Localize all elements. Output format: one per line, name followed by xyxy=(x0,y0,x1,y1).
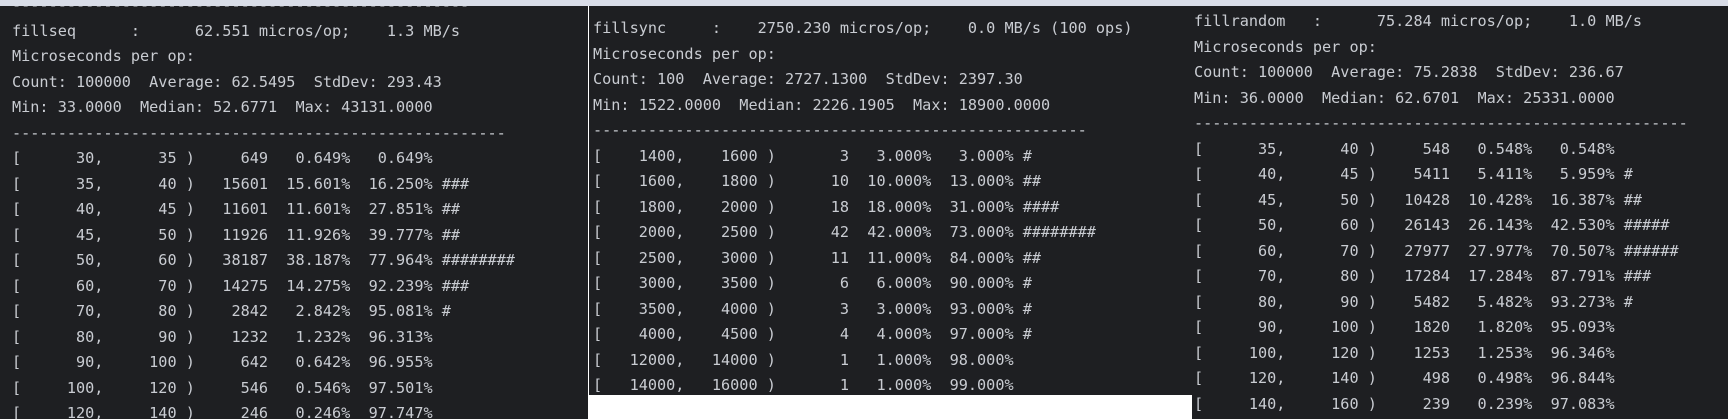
section-heading-line: Microseconds per op: xyxy=(593,44,776,63)
histogram-row: [ 2000, 2500 ) 42 42.000% 73.000% ######… xyxy=(593,223,1096,241)
divider-line: ----------------------------------------… xyxy=(593,121,1087,139)
histogram-row: [ 120, 140 ) 246 0.246% 97.747% xyxy=(12,404,433,419)
divider-line: ----------------------------------------… xyxy=(1194,114,1688,132)
stats-min-line: Min: 36.0000 Median: 62.6701 Max: 25331.… xyxy=(1194,88,1615,107)
histogram-row: [ 60, 70 ) 27977 27.977% 70.507% ###### xyxy=(1194,241,1679,260)
terminal-output-fillsync: fillsync : 2750.230 micros/op; 0.0 MB/s … xyxy=(589,6,1192,395)
histogram-row: [ 30, 35 ) 649 0.649% 0.649% xyxy=(12,149,433,167)
terminal-text: ----------------------------------------… xyxy=(12,6,515,419)
stats-count-line: Count: 100000 Average: 75.2838 StdDev: 2… xyxy=(1194,63,1624,81)
benchmark-summary-line: fillseq : 62.551 micros/op; 1.3 MB/s xyxy=(12,21,461,40)
histogram-row: [ 1800, 2000 ) 18 18.000% 31.000% #### xyxy=(593,197,1060,216)
histogram-row: [ 45, 50 ) 10428 10.428% 16.387% ## xyxy=(1194,190,1643,209)
histogram-row: [ 14000, 16000 ) 1 1.000% 99.000% xyxy=(593,376,1014,394)
histogram-row: [ 2500, 3000 ) 11 11.000% 84.000% ## xyxy=(593,248,1042,267)
histogram-row: [ 45, 50 ) 11926 11.926% 39.777% ## xyxy=(12,225,461,244)
terminal-text: fillsync : 2750.230 micros/op; 0.0 MB/s … xyxy=(593,16,1132,395)
histogram-row: [ 4000, 4500 ) 4 4.000% 97.000% # xyxy=(593,325,1032,343)
histogram-row: [ 40, 45 ) 11601 11.601% 27.851% ## xyxy=(12,200,461,218)
terminal-output-fillseq: ----------------------------------------… xyxy=(0,6,588,419)
histogram-row: [ 90, 100 ) 642 0.642% 96.955% xyxy=(12,353,433,371)
histogram-row: [ 100, 120 ) 546 0.546% 97.501% xyxy=(12,378,433,397)
histogram-row: [ 70, 80 ) 2842 2.842% 95.081% # xyxy=(12,302,451,320)
benchmark-summary-line: fillrandom : 75.284 micros/op; 1.0 MB/s xyxy=(1194,12,1643,30)
histogram-row: [ 3000, 3500 ) 6 6.000% 90.000% # xyxy=(593,274,1032,292)
benchmark-summary-line: fillsync : 2750.230 micros/op; 0.0 MB/s … xyxy=(593,19,1133,37)
histogram-row: [ 35, 40 ) 15601 15.601% 16.250% ### xyxy=(12,174,470,193)
stats-min-line: Min: 1522.0000 Median: 2226.1905 Max: 18… xyxy=(593,95,1051,114)
histogram-row: [ 100, 120 ) 1253 1.253% 96.346% xyxy=(1194,343,1615,362)
histogram-row: [ 1400, 1600 ) 3 3.000% 3.000% # xyxy=(593,146,1032,165)
histogram-row: [ 40, 45 ) 5411 5.411% 5.959% # xyxy=(1194,165,1633,183)
terminal-output-fillrandom: fillrandom : 75.284 micros/op; 1.0 MB/s M… xyxy=(1192,6,1728,419)
terminal-text: fillrandom : 75.284 micros/op; 1.0 MB/s M… xyxy=(1194,9,1688,417)
blank-area xyxy=(589,395,1192,419)
histogram-row: [ 50, 60 ) 26143 26.143% 42.530% ##### xyxy=(1194,216,1670,234)
stats-min-line: Min: 33.0000 Median: 52.6771 Max: 43131.… xyxy=(12,98,433,116)
section-heading-line: Microseconds per op: xyxy=(12,47,195,65)
stats-count-line: Count: 100000 Average: 62.5495 StdDev: 2… xyxy=(12,72,442,91)
histogram-row: [ 80, 90 ) 5482 5.482% 93.273% # xyxy=(1194,292,1633,311)
section-heading-line: Microseconds per op: xyxy=(1194,37,1377,56)
histogram-row: [ 120, 140 ) 498 0.498% 96.844% xyxy=(1194,369,1615,387)
histogram-row: [ 1600, 1800 ) 10 10.000% 13.000% ## xyxy=(593,172,1042,190)
histogram-row: [ 50, 60 ) 38187 38.187% 77.964% #######… xyxy=(12,251,515,269)
histogram-row: [ 12000, 14000 ) 1 1.000% 98.000% xyxy=(593,350,1014,369)
stats-count-line: Count: 100 Average: 2727.1300 StdDev: 23… xyxy=(593,70,1023,88)
histogram-row: [ 60, 70 ) 14275 14.275% 92.239% ### xyxy=(12,276,470,295)
divider-line: ----------------------------------------… xyxy=(12,123,506,142)
histogram-row: [ 35, 40 ) 548 0.548% 0.548% xyxy=(1194,139,1615,158)
histogram-row: [ 3500, 4000 ) 3 3.000% 93.000% # xyxy=(593,299,1032,318)
histogram-row: [ 70, 80 ) 17284 17.284% 87.791% ### xyxy=(1194,267,1652,285)
histogram-row: [ 140, 160 ) 239 0.239% 97.083% xyxy=(1194,394,1615,413)
histogram-row: [ 90, 100 ) 1820 1.820% 95.093% xyxy=(1194,318,1615,336)
histogram-row: [ 80, 90 ) 1232 1.232% 96.313% xyxy=(12,327,433,346)
divider-line: ----------------------------------------… xyxy=(12,6,515,19)
